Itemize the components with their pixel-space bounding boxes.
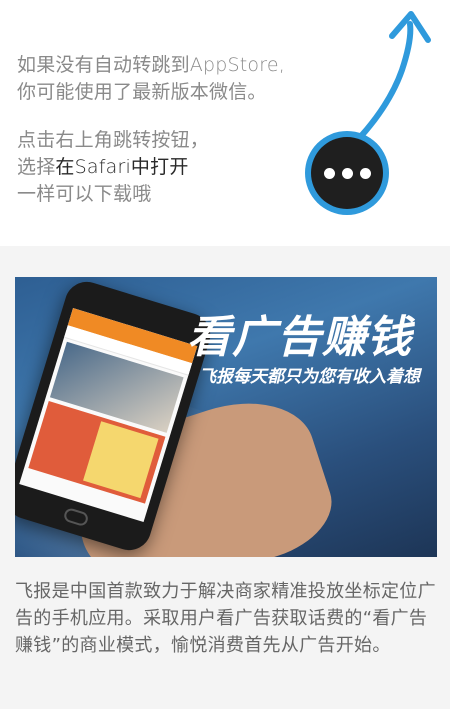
guide-line-3: 点击右上角跳转按钮， — [17, 129, 210, 151]
app-promo-section: 看广告赚钱 飞报每天都只为您有收入着想 飞报是中国首款致力于解决商家精准投放坐标… — [0, 246, 450, 709]
ellipsis-icon — [311, 137, 383, 209]
open-in-safari-guide: 如果没有自动转跳到AppStore, 你可能使用了最新版本微信。 点击右上角跳转… — [0, 0, 450, 246]
guide-line-5: 一样可以下载哦 — [17, 183, 152, 205]
guide-line-2: 你可能使用了最新版本微信。 — [17, 81, 267, 103]
guide-line-1: 如果没有自动转跳到AppStore, — [17, 54, 285, 76]
dot — [323, 167, 335, 179]
banner-subtitle: 飞报每天都只为您有收入着想 — [199, 367, 420, 387]
dot — [359, 167, 371, 179]
more-menu-button[interactable] — [305, 131, 389, 215]
guide-line-4-prefix: 选择 — [17, 156, 56, 178]
guide-line-4: 选择在Safari中打开 — [17, 154, 347, 181]
promo-banner: 看广告赚钱 飞报每天都只为您有收入着想 — [15, 277, 437, 557]
home-button — [62, 506, 90, 528]
dot — [341, 167, 353, 179]
app-description: 飞报是中国首款致力于解决商家精准投放坐标定位广告的手机应用。采取用户看广告获取话… — [15, 581, 436, 656]
banner-title: 看广告赚钱 — [187, 312, 412, 363]
guide-instructions: 如果没有自动转跳到AppStore, 你可能使用了最新版本微信。 点击右上角跳转… — [17, 52, 347, 208]
open-in-safari-text: 在Safari中打开 — [55, 156, 189, 178]
